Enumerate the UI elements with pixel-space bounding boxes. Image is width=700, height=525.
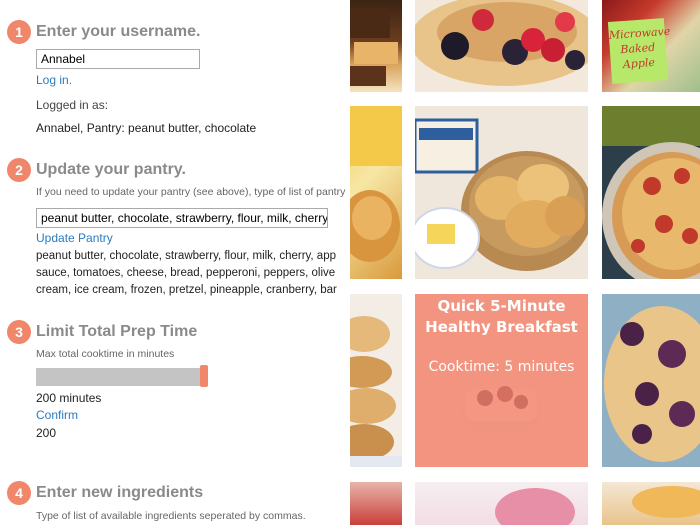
recipe-form-panel: 1 Enter your username. Annabel Log in. L… — [0, 0, 350, 525]
pastry-image — [350, 106, 402, 262]
pantry-list-line: cream, ice cream, frozen, pretzel, pinea… — [36, 284, 337, 296]
recipe-tile-berry-cobbler[interactable] — [602, 294, 700, 467]
pantry-input[interactable]: peanut butter, chocolate, strawberry, fl… — [36, 208, 328, 228]
recipe-tile-baked-apple[interactable]: Microwave Baked Apple — [602, 0, 700, 92]
step-3-badge: 3 — [7, 320, 31, 344]
smoothie-image — [495, 488, 575, 525]
featured-recipe-title-line2: Healthy Breakfast — [425, 318, 578, 336]
chocolate-bar-image — [350, 8, 398, 86]
step-1-title: Enter your username. — [36, 23, 201, 40]
pantry-hint: If you need to update your pantry (see a… — [36, 186, 346, 198]
featured-recipe-cooktime: Cooktime: 5 minutes — [428, 359, 575, 375]
step-3-title: Limit Total Prep Time — [36, 323, 198, 340]
update-pantry-link[interactable]: Update Pantry — [36, 231, 113, 245]
scones-image — [350, 316, 402, 467]
dessert-image — [632, 486, 700, 518]
crepes-berries-image — [415, 0, 588, 86]
recipe-tile-dinner-rolls[interactable] — [415, 106, 588, 279]
pantry-list: peanut butter, chocolate, strawberry, fl… — [36, 248, 350, 299]
cooktime-minutes: 200 minutes — [36, 391, 102, 405]
step-4-badge: 4 — [7, 481, 31, 505]
confirm-link[interactable]: Confirm — [36, 408, 78, 422]
cooktime-slider-track[interactable] — [36, 368, 204, 386]
recipe-tile-crepes-berries[interactable] — [415, 0, 588, 92]
recipe-tile-quick-breakfast[interactable]: Quick 5-Minute Healthy Breakfast Cooktim… — [415, 294, 588, 467]
recipe-tile-scones[interactable] — [350, 294, 402, 467]
pantry-list-line: sauce, tomatoes, cheese, bread, pepperon… — [36, 267, 336, 279]
pizza-image — [602, 106, 700, 279]
recipe-tile-dessert[interactable] — [602, 482, 700, 525]
recipe-tile-pizza[interactable] — [602, 106, 700, 279]
berry-cobbler-image — [602, 294, 700, 467]
recipe-tile-pastry[interactable] — [350, 106, 402, 279]
recipe-tile-smoothie[interactable] — [415, 482, 588, 525]
featured-recipe-title-line1: Quick 5-Minute — [437, 297, 566, 315]
logged-in-label: Logged in as: — [36, 98, 109, 112]
featured-recipe-overlay: Quick 5-Minute Healthy Breakfast Cooktim… — [415, 294, 588, 467]
ingredients-hint: Type of list of available ingredients se… — [36, 510, 306, 522]
recipe-image-grid: Microwave Baked Apple Quick 5-Minute Hea… — [350, 0, 700, 525]
step-1-badge: 1 — [7, 20, 31, 44]
pantry-list-line: peanut butter, chocolate, strawberry, fl… — [36, 250, 336, 262]
microwave-baked-apple-note: Microwave Baked Apple — [607, 18, 671, 84]
username-input[interactable]: Annabel — [36, 49, 200, 69]
login-link[interactable]: Log in. — [36, 73, 72, 87]
logged-in-info: Annabel, Pantry: peanut butter, chocolat… — [36, 121, 257, 135]
cooktime-slider-thumb[interactable] — [200, 365, 208, 387]
prep-time-hint: Max total cooktime in minutes — [36, 348, 175, 360]
step-2-badge: 2 — [7, 158, 31, 182]
step-4-title: Enter new ingredients — [36, 484, 204, 501]
confirmed-cooktime: 200 — [36, 426, 57, 440]
dinner-rolls-image — [415, 106, 588, 279]
recipe-tile-apple-dessert[interactable] — [350, 482, 402, 525]
recipe-tile-chocolate-bars[interactable] — [350, 0, 402, 92]
step-2-title: Update your pantry. — [36, 161, 186, 178]
